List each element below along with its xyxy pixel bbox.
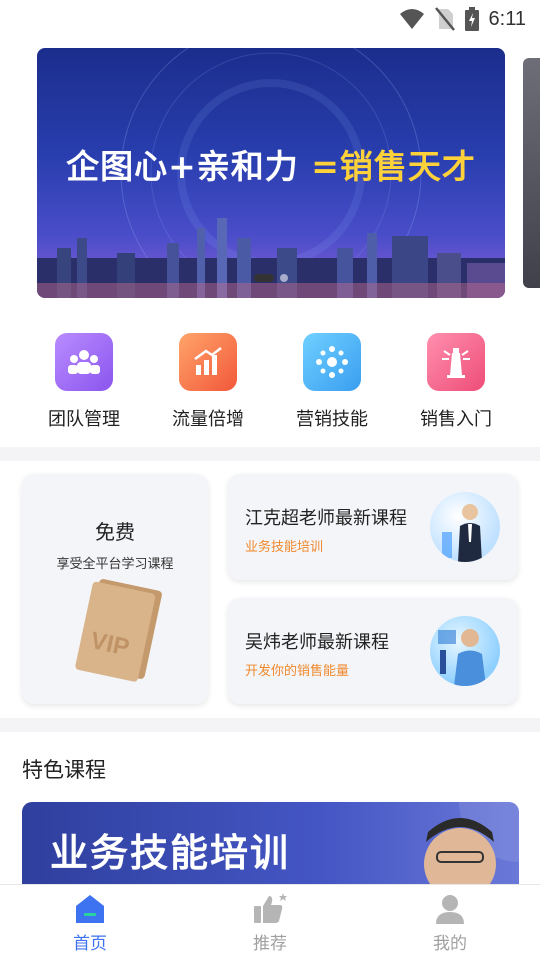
- free-card-title: 免费: [95, 520, 135, 544]
- section-divider: [0, 447, 540, 461]
- course-card[interactable]: 吴炜老师最新课程 开发你的销售能量: [228, 598, 518, 704]
- carousel-dot: [280, 274, 288, 282]
- banner-title-main: 企图心+亲和力: [66, 147, 312, 186]
- banner-carousel[interactable]: 企图心+亲和力 =销售天才: [0, 48, 540, 300]
- bottom-tab-bar: 首页 推荐 我的: [0, 884, 540, 960]
- free-card-subtitle: 享受全平台学习课程: [56, 557, 174, 572]
- category-label: 团队管理: [48, 409, 120, 430]
- network-icon: [303, 333, 361, 391]
- wifi-icon: [399, 9, 424, 29]
- lighthouse-icon: [427, 333, 485, 391]
- course-card-title: 江克超老师最新课程: [245, 508, 407, 529]
- tab-profile[interactable]: 我的: [360, 885, 540, 960]
- user-icon: [436, 895, 464, 924]
- status-icons: 6:11: [399, 6, 526, 32]
- thumbs-up-icon: [254, 893, 287, 923]
- banner-title: 企图心+亲和力 =销售天才: [37, 140, 505, 188]
- carousel-indicator: [37, 274, 505, 282]
- course-card-subtitle: 开发你的销售能量: [245, 664, 350, 679]
- category-grid: 团队管理 流量倍增 营销技能 销售入门: [0, 333, 540, 433]
- vip-card-illustration: VIP: [75, 579, 162, 682]
- teacher-avatar: [430, 616, 500, 686]
- home-icon: [76, 895, 104, 923]
- carousel-dot-active: [254, 274, 274, 282]
- tab-recommend[interactable]: 推荐: [180, 885, 360, 960]
- growth-chart-icon: [179, 333, 237, 391]
- banner-slide[interactable]: 企图心+亲和力 =销售天才: [37, 48, 505, 298]
- status-time: 6:11: [488, 7, 526, 30]
- category-sales-intro[interactable]: 销售入门: [394, 333, 518, 433]
- category-marketing-skills[interactable]: 营销技能: [270, 333, 394, 433]
- battery-charging-icon: [464, 7, 479, 31]
- featured-banner-title: 业务技能培训: [50, 831, 291, 875]
- tab-label: 我的: [433, 934, 467, 954]
- course-card-subtitle: 业务技能培训: [245, 540, 324, 555]
- banner-title-accent: =销售天才: [311, 147, 476, 186]
- course-card[interactable]: 江克超老师最新课程 业务技能培训: [228, 474, 518, 580]
- free-courses-card[interactable]: 免费 享受全平台学习课程 VIP: [22, 474, 208, 704]
- category-label: 流量倍增: [172, 409, 244, 430]
- category-team-management[interactable]: 团队管理: [22, 333, 146, 433]
- category-label: 销售入门: [420, 409, 492, 430]
- team-icon: [55, 333, 113, 391]
- banner-next-slide-peek[interactable]: [523, 58, 540, 288]
- no-sim-icon: [434, 7, 455, 31]
- tab-label: 首页: [73, 934, 107, 954]
- section-title: 特色课程: [22, 758, 106, 782]
- category-traffic-growth[interactable]: 流量倍增: [146, 333, 270, 433]
- tab-label: 推荐: [253, 934, 287, 954]
- status-bar: 6:11: [0, 0, 540, 40]
- course-card-title: 吴炜老师最新课程: [245, 632, 389, 653]
- teacher-avatar: [430, 492, 500, 562]
- section-divider: [0, 718, 540, 732]
- tab-home[interactable]: 首页: [0, 885, 180, 960]
- category-label: 营销技能: [296, 409, 368, 430]
